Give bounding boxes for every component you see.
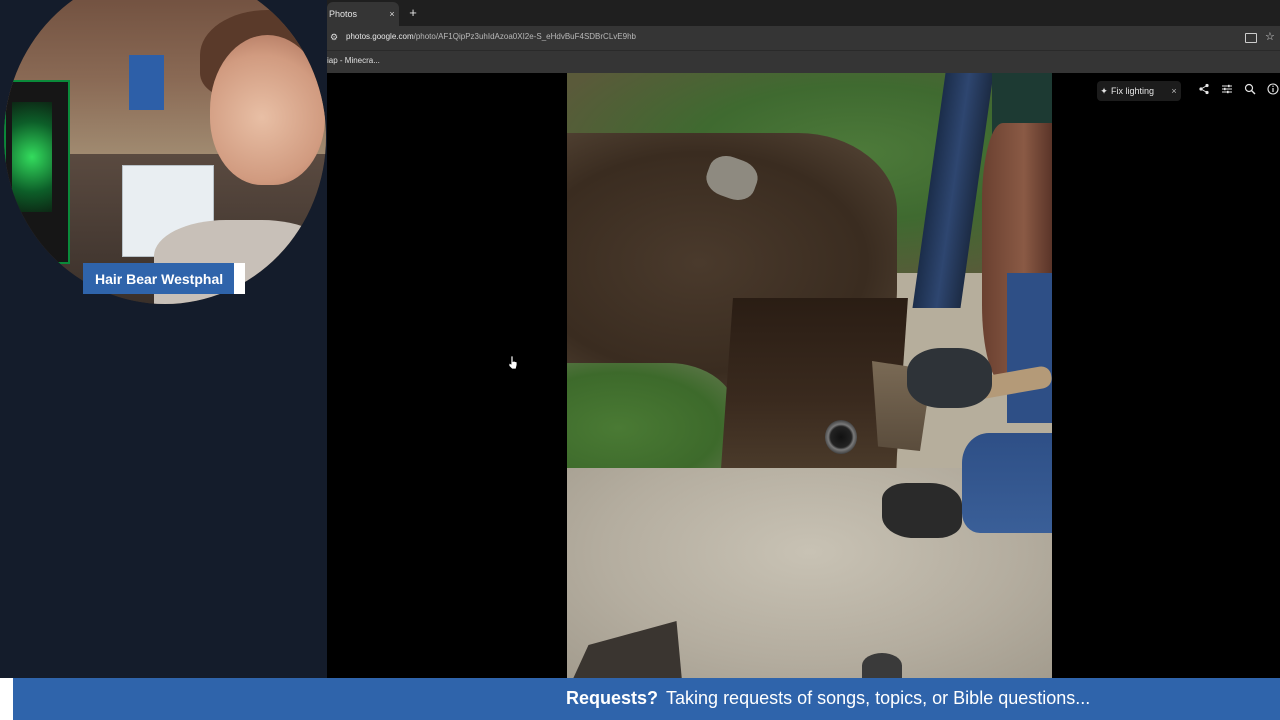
streamer-name: Hair Bear Westphal bbox=[95, 270, 224, 287]
cast-icon[interactable] bbox=[1245, 33, 1257, 43]
bookmarks-bar: iap - Minecra... bbox=[327, 50, 1280, 73]
new-tab-button[interactable]: + bbox=[404, 4, 422, 22]
share-icon[interactable] bbox=[1196, 83, 1212, 99]
photo-second-boot bbox=[862, 653, 902, 678]
pc-glow bbox=[12, 102, 52, 212]
photo-boot bbox=[882, 483, 962, 538]
tab-photos[interactable]: Photos × bbox=[327, 2, 399, 26]
banner-message: Requests? Taking requests of songs, topic… bbox=[566, 688, 1090, 709]
bookmark-star-icon[interactable]: ☆ bbox=[1265, 30, 1275, 43]
photo-jeans-upper bbox=[1007, 273, 1052, 423]
photo-image bbox=[567, 73, 1052, 678]
url-host: photos.google.com bbox=[346, 32, 414, 41]
edit-adjust-icon[interactable] bbox=[1219, 83, 1235, 99]
stream-banner: Requests? Taking requests of songs, topic… bbox=[0, 678, 1280, 720]
photo-viewer: ✦ Fix lighting × bbox=[327, 73, 1280, 678]
webcam-person-face bbox=[210, 35, 325, 185]
streamer-name-tag: Hair Bear Westphal bbox=[83, 263, 245, 294]
tab-bar: Photos × + bbox=[327, 0, 1280, 26]
bookmark-item[interactable]: iap - Minecra... bbox=[327, 56, 380, 65]
url-text[interactable]: photos.google.com/photo/AF1QipPz3uhIdAzo… bbox=[346, 32, 636, 41]
sparkle-icon: ✦ bbox=[1100, 85, 1108, 96]
zoom-icon[interactable] bbox=[1242, 83, 1258, 99]
url-path: /photo/AF1QipPz3uhIdAzoa0XI2e-S_eHdvBuF4… bbox=[413, 32, 636, 41]
info-icon[interactable] bbox=[1265, 83, 1280, 99]
photo-pipe bbox=[825, 420, 857, 454]
fix-lighting-label: Fix lighting bbox=[1111, 86, 1155, 96]
photo-glove bbox=[907, 348, 992, 408]
tab-title: Photos bbox=[329, 9, 358, 19]
left-panel: Hair Bear Westphal bbox=[0, 0, 327, 720]
tab-close-icon[interactable]: × bbox=[385, 9, 399, 19]
photo-toolbar: ✦ Fix lighting × bbox=[1097, 81, 1280, 103]
fix-lighting-chip[interactable]: ✦ Fix lighting × bbox=[1097, 81, 1181, 101]
photo-jeans bbox=[962, 433, 1052, 533]
webcam-pc-case bbox=[4, 80, 70, 264]
fix-lighting-close-icon[interactable]: × bbox=[1167, 86, 1181, 96]
banner-body: Taking requests of songs, topics, or Bib… bbox=[666, 688, 1091, 708]
mouse-cursor-icon bbox=[508, 355, 518, 370]
site-info-icon[interactable]: ⚙ bbox=[330, 32, 340, 42]
banner-lead: Requests? bbox=[566, 688, 659, 708]
banner-accent bbox=[0, 678, 13, 720]
browser-window: Photos × + ⚙ photos.google.com/photo/AF1… bbox=[327, 0, 1280, 678]
webcam-poster bbox=[129, 55, 164, 110]
address-bar[interactable]: ⚙ photos.google.com/photo/AF1QipPz3uhIdA… bbox=[327, 26, 1280, 50]
webcam-feed bbox=[4, 0, 326, 304]
